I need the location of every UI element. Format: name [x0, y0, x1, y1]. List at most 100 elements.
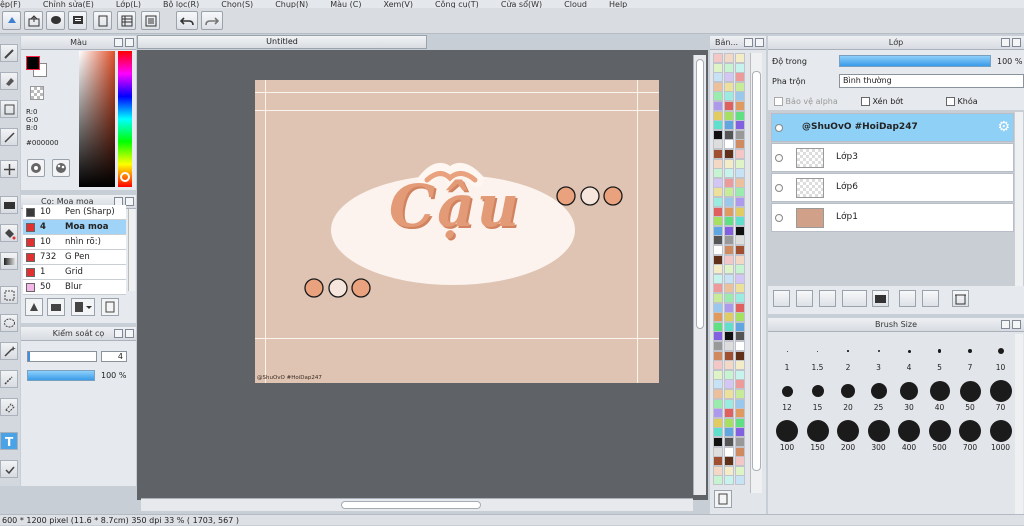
color-swatch[interactable] [724, 341, 734, 351]
color-swatch[interactable] [724, 216, 734, 227]
new-layer-icon[interactable] [773, 290, 790, 307]
color-swatch[interactable] [713, 446, 723, 457]
color-swatch[interactable] [713, 91, 723, 102]
swatch-add-icon[interactable] [714, 490, 732, 508]
color-swatch[interactable] [713, 120, 723, 131]
new-layer-dropdown-icon[interactable] [842, 290, 867, 307]
color-swatch[interactable] [724, 398, 734, 409]
color-swatch[interactable] [713, 264, 723, 275]
transparent-color-swatch[interactable] [30, 86, 44, 100]
color-swatch[interactable] [735, 456, 745, 467]
color-swatch[interactable] [735, 437, 745, 447]
color-swatch[interactable] [735, 225, 745, 236]
panel-close-icon[interactable] [1012, 320, 1021, 329]
color-swatch[interactable] [724, 245, 734, 255]
panel-expand-icon[interactable] [114, 38, 123, 47]
brush-size-cell[interactable]: 1000 [986, 420, 1016, 452]
panel-expand-icon[interactable] [114, 329, 123, 338]
color-swatch[interactable] [735, 360, 745, 371]
color-swatch[interactable] [735, 283, 745, 294]
color-swatch[interactable] [713, 72, 723, 83]
bucket-tool-icon[interactable] [0, 224, 18, 242]
brush-item[interactable]: 4 Moa moa [23, 220, 126, 235]
layer-row[interactable]: @ShuOvO #HoiDap247 ⚙ [771, 113, 1014, 142]
color-swatch[interactable] [713, 53, 723, 63]
color-swatch[interactable] [713, 168, 723, 179]
color-swatch[interactable] [713, 302, 723, 313]
brush-size-cell[interactable]: 1.5 [803, 340, 833, 372]
brush-size-input[interactable]: 4 [101, 351, 127, 362]
panel-close-icon[interactable] [125, 38, 134, 47]
color-swatch[interactable] [724, 321, 734, 332]
layer-list-scrollbar[interactable] [1015, 112, 1023, 286]
color-swatch[interactable] [724, 177, 734, 188]
redo-icon[interactable] [201, 11, 223, 30]
new-file-icon[interactable] [2, 11, 21, 30]
color-swatch[interactable] [713, 81, 723, 92]
color-swatch[interactable] [735, 379, 745, 390]
brush-size-cell[interactable]: 200 [833, 420, 863, 452]
color-swatch[interactable] [713, 245, 723, 255]
delete-layer-icon[interactable] [952, 290, 969, 307]
brush-size-cell[interactable]: 70 [986, 380, 1016, 412]
color-swatch[interactable] [713, 312, 723, 323]
lasso-free-tool-icon[interactable] [0, 314, 18, 332]
layer-row[interactable]: Lớp3 [771, 143, 1014, 172]
color-swatch[interactable] [724, 62, 734, 73]
brush-item[interactable]: 50 Blur [23, 280, 126, 295]
panel-expand-icon[interactable] [744, 38, 753, 47]
brush-tip-icon[interactable] [25, 298, 43, 316]
color-swatch[interactable] [724, 149, 734, 159]
duplicate-layer-icon[interactable] [899, 290, 916, 307]
color-swatch[interactable] [713, 417, 723, 428]
panel-close-icon[interactable] [125, 329, 134, 338]
color-swatch[interactable] [713, 408, 723, 419]
color-swatch[interactable] [713, 465, 723, 476]
brush-size-cell[interactable]: 100 [772, 420, 802, 452]
layer-settings-icon[interactable]: ⚙ [997, 119, 1010, 135]
brush-size-cell[interactable]: 25 [864, 380, 894, 412]
color-swatch[interactable] [724, 369, 734, 380]
color-swatch[interactable] [724, 350, 734, 361]
brush-size-cell[interactable]: 50 [955, 380, 985, 412]
color-swatch[interactable] [713, 437, 723, 447]
brush-size-cell[interactable]: 10 [986, 340, 1016, 372]
color-swatch[interactable] [724, 197, 734, 207]
color-swatch[interactable] [724, 417, 734, 428]
export-icon[interactable] [24, 11, 43, 30]
text-tool-icon[interactable]: T [0, 432, 18, 450]
color-swatch[interactable] [735, 427, 745, 438]
color-wheel-icon[interactable] [27, 159, 45, 177]
color-swatch[interactable] [724, 235, 734, 246]
color-swatch[interactable] [713, 427, 723, 438]
color-swatch[interactable] [735, 81, 745, 92]
color-swatch[interactable] [735, 341, 745, 351]
pen-tool-icon[interactable] [0, 128, 18, 146]
color-swatch[interactable] [735, 149, 745, 159]
brush-size-cell[interactable]: 150 [803, 420, 833, 452]
color-swatch[interactable] [735, 62, 745, 73]
color-swatch[interactable] [713, 62, 723, 73]
brush-size-cell[interactable]: 7 [955, 340, 985, 372]
color-swatch[interactable] [735, 264, 745, 275]
color-swatch[interactable] [724, 91, 734, 102]
color-swatch[interactable] [735, 91, 745, 102]
brush-item[interactable]: 10 nhìn rõ:) [23, 235, 126, 250]
color-swatch[interactable] [713, 273, 723, 284]
color-swatch[interactable] [713, 177, 723, 188]
panel-expand-icon[interactable] [1001, 38, 1010, 47]
color-swatch[interactable] [713, 139, 723, 150]
saturation-value-picker[interactable] [79, 51, 115, 187]
color-swatch[interactable] [713, 254, 723, 265]
color-swatch[interactable] [724, 273, 734, 284]
brush-size-cell[interactable]: 20 [833, 380, 863, 412]
color-swatch[interactable] [735, 369, 745, 380]
color-swatch[interactable] [724, 379, 734, 390]
brush-size-cell[interactable]: 400 [894, 420, 924, 452]
color-swatch[interactable] [735, 235, 745, 246]
canvas-horizontal-scrollbar[interactable] [141, 498, 693, 511]
panel-close-icon[interactable] [125, 197, 134, 206]
layer-row[interactable]: Lớp6 [771, 173, 1014, 202]
color-swatch[interactable] [713, 149, 723, 159]
hue-handle[interactable] [120, 172, 130, 182]
